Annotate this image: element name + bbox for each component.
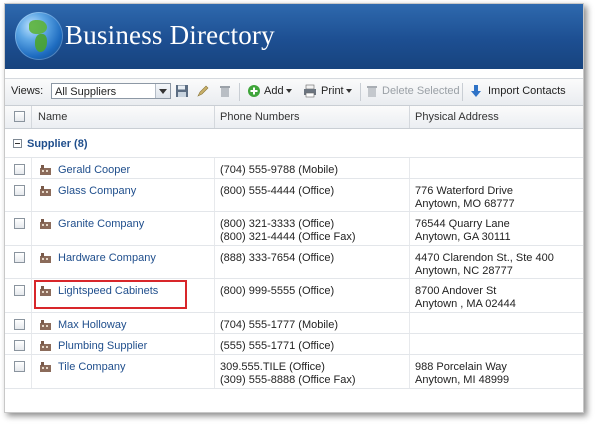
app-title: Business Directory xyxy=(65,20,275,50)
row-checkbox[interactable] xyxy=(14,164,25,175)
phone-line-1: (555) 555-1771 (Office) xyxy=(220,340,335,352)
column-header-address[interactable]: Physical Address xyxy=(415,111,499,123)
address-line-1: 76544 Quarry Lane xyxy=(415,218,510,230)
contact-name-link[interactable]: Gerald Cooper xyxy=(58,164,130,176)
phone-line-1: (704) 555-1777 (Mobile) xyxy=(220,319,339,331)
physical-address-cell: 988 Porcelain Way Anytown, MI 48999 xyxy=(415,361,509,387)
add-icon[interactable] xyxy=(247,84,261,98)
contact-name-link[interactable]: Plumbing Supplier xyxy=(58,340,147,352)
table-row[interactable]: Plumbing Supplier (555) 555-1771 (Office) xyxy=(5,334,583,355)
business-contact-icon xyxy=(40,186,51,196)
header-banner: Business Directory xyxy=(5,4,583,69)
delete-view-icon[interactable] xyxy=(218,84,232,98)
phone-numbers-cell: (555) 555-1771 (Office) xyxy=(220,340,334,353)
address-line-1: 988 Porcelain Way xyxy=(415,361,507,373)
business-contact-icon xyxy=(40,219,51,229)
row-checkbox[interactable] xyxy=(14,252,25,263)
save-view-icon[interactable] xyxy=(175,84,189,98)
address-line-2: Anytown, NC 28777 xyxy=(415,265,513,277)
toolbar: Views: All Suppliers Add Print Delete Se… xyxy=(5,78,583,106)
column-header-name[interactable]: Name xyxy=(38,111,67,123)
phone-numbers-cell: (800) 999-5555 (Office) xyxy=(220,285,334,298)
business-contact-icon xyxy=(40,341,51,351)
phone-numbers-cell: (704) 555-9788 (Mobile) xyxy=(220,164,338,177)
address-line-1: 4470 Clarendon St., Ste 400 xyxy=(415,252,554,264)
print-button[interactable]: Print xyxy=(321,85,352,97)
business-contact-icon xyxy=(40,165,51,175)
phone-line-1: (800) 555-4444 (Office) xyxy=(220,185,335,197)
table-row[interactable]: Granite Company (800) 321-3333 (Office) (8… xyxy=(5,212,583,246)
table-row[interactable]: Tile Company 309.555.TILE (Office) (309) 5… xyxy=(5,355,583,389)
address-line-2: Anytown , MA 02444 xyxy=(415,298,516,310)
printer-icon[interactable] xyxy=(303,84,317,98)
trash-icon xyxy=(367,86,377,97)
row-checkbox[interactable] xyxy=(14,285,25,296)
phone-line-1: (800) 999-5555 (Office) xyxy=(220,285,335,297)
table-row[interactable]: Gerald Cooper (704) 555-9788 (Mobile) xyxy=(5,158,583,179)
globe-logo-icon xyxy=(15,12,63,60)
phone-line-2: (800) 321-4444 (Office Fax) xyxy=(220,231,356,243)
import-arrow-icon[interactable] xyxy=(469,84,483,98)
collapse-toggle-icon[interactable] xyxy=(13,139,22,148)
contact-name-link[interactable]: Glass Company xyxy=(58,185,136,197)
phone-line-1: (800) 321-3333 (Office) xyxy=(220,218,335,230)
app-window: Business Directory Views: All Suppliers … xyxy=(4,3,584,413)
address-line-1: 776 Waterford Drive xyxy=(415,185,514,197)
physical-address-cell: 76544 Quarry Lane Anytown, GA 30111 xyxy=(415,218,511,244)
row-checkbox[interactable] xyxy=(14,361,25,372)
views-dropdown[interactable]: All Suppliers xyxy=(51,83,171,99)
phone-numbers-cell: (800) 321-3333 (Office) (800) 321-4444 (O… xyxy=(220,218,356,244)
phone-line-2: (309) 555-8888 (Office Fax) xyxy=(220,374,356,386)
business-contact-icon xyxy=(40,253,51,263)
import-contacts-button[interactable]: Import Contacts xyxy=(488,85,566,97)
phone-line-1: 309.555.TILE (Office) xyxy=(220,361,325,373)
phone-line-1: (888) 333-7654 (Office) xyxy=(220,252,335,264)
row-checkbox[interactable] xyxy=(14,340,25,351)
edit-view-icon[interactable] xyxy=(196,84,210,98)
views-dropdown-value: All Suppliers xyxy=(55,86,117,98)
contact-name-link[interactable]: Tile Company xyxy=(58,361,125,373)
row-checkbox[interactable] xyxy=(14,218,25,229)
select-all-checkbox[interactable] xyxy=(14,111,25,122)
group-row-supplier[interactable]: Supplier (8) xyxy=(5,129,583,158)
table-row[interactable]: Hardware Company (888) 333-7654 (Office) 4… xyxy=(5,246,583,279)
table-row[interactable]: Glass Company (800) 555-4444 (Office) 776 … xyxy=(5,179,583,212)
row-checkbox[interactable] xyxy=(14,319,25,330)
business-contact-icon xyxy=(40,320,51,330)
phone-line-1: (704) 555-9788 (Mobile) xyxy=(220,164,339,176)
column-header-phone[interactable]: Phone Numbers xyxy=(220,111,300,123)
group-label: Supplier (8) xyxy=(27,138,88,150)
phone-numbers-cell: 309.555.TILE (Office) (309) 555-8888 (Off… xyxy=(220,361,356,387)
address-line-1: 8700 Andover St xyxy=(415,285,497,297)
phone-numbers-cell: (704) 555-1777 (Mobile) xyxy=(220,319,338,332)
physical-address-cell: 4470 Clarendon St., Ste 400 Anytown, NC 2… xyxy=(415,252,554,278)
add-button[interactable]: Add xyxy=(264,85,292,97)
highlight-box xyxy=(34,280,187,309)
caret-down-icon xyxy=(345,89,352,94)
chevron-down-icon[interactable] xyxy=(155,84,170,98)
caret-down-icon xyxy=(285,89,292,94)
physical-address-cell: 8700 Andover St Anytown , MA 02444 xyxy=(415,285,516,311)
delete-selected-button[interactable]: Delete Selected xyxy=(382,85,460,97)
address-line-2: Anytown, MO 68777 xyxy=(415,198,515,210)
print-button-label: Print xyxy=(321,85,344,97)
phone-numbers-cell: (888) 333-7654 (Office) xyxy=(220,252,334,265)
contact-name-link[interactable]: Granite Company xyxy=(58,218,144,230)
grid-header: Name Phone Numbers Physical Address xyxy=(5,106,583,129)
business-contact-icon xyxy=(40,362,51,372)
physical-address-cell: 776 Waterford Drive Anytown, MO 68777 xyxy=(415,185,515,211)
contact-name-link[interactable]: Max Holloway xyxy=(58,319,126,331)
phone-numbers-cell: (800) 555-4444 (Office) xyxy=(220,185,334,198)
add-button-label: Add xyxy=(264,85,284,97)
contact-name-link[interactable]: Hardware Company xyxy=(58,252,156,264)
address-line-2: Anytown, MI 48999 xyxy=(415,374,510,386)
address-line-2: Anytown, GA 30111 xyxy=(415,231,511,243)
row-checkbox[interactable] xyxy=(14,185,25,196)
views-label: Views: xyxy=(11,85,44,97)
table-row[interactable]: Max Holloway (704) 555-1777 (Mobile) xyxy=(5,313,583,334)
